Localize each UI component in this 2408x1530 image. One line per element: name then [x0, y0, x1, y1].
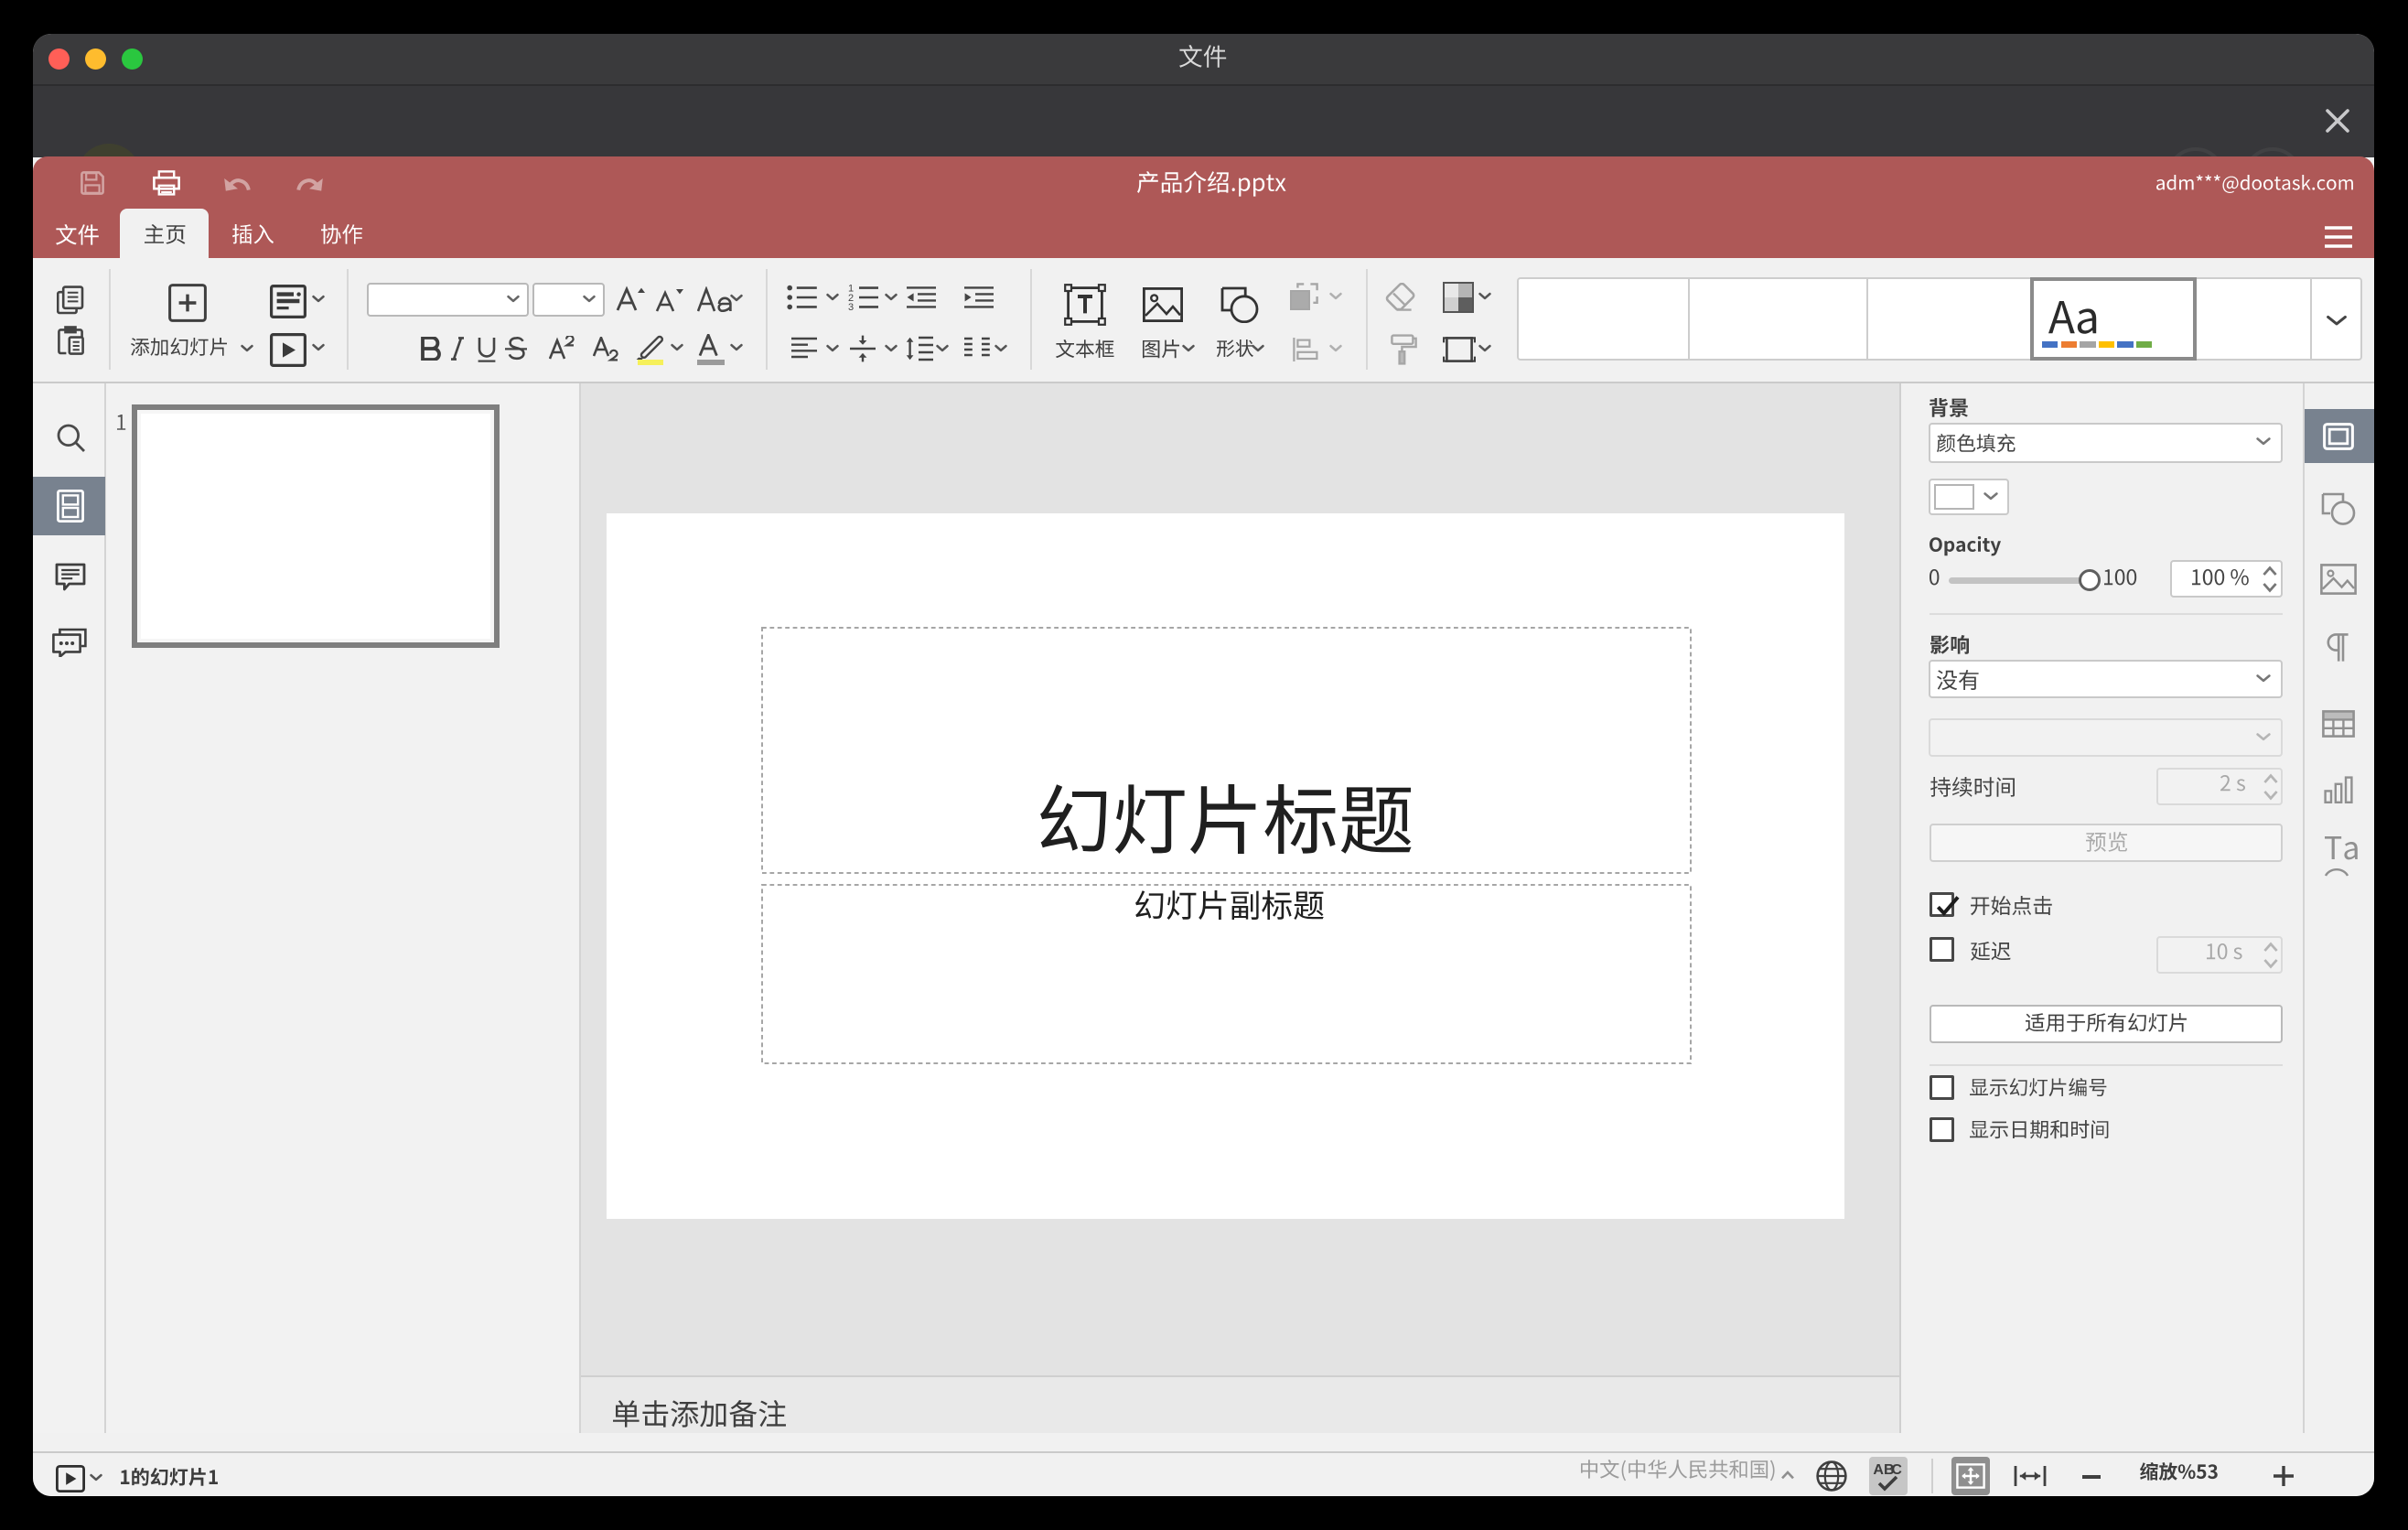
svg-text:C: C — [1891, 1462, 1902, 1478]
svg-text:3: 3 — [848, 302, 854, 311]
